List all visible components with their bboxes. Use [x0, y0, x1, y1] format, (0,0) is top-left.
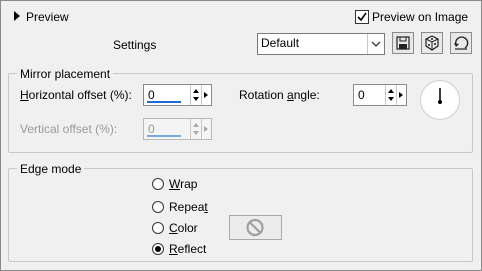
vertical-offset-value: 0 — [148, 122, 155, 136]
arrow-up-icon[interactable] — [193, 89, 199, 93]
wrap-mnemonic: W — [169, 177, 181, 191]
repeat-label-pre: Repea — [169, 200, 205, 214]
rotation-angle-label: Rotation angle: — [239, 88, 320, 102]
angle-dial-icon — [420, 80, 460, 120]
rotation-angle-slider-button[interactable] — [396, 85, 406, 105]
horizontal-offset-spinbox[interactable]: 0 — [143, 84, 212, 106]
triangle-right-icon — [204, 126, 208, 132]
repeat-label: Repeat — [169, 200, 208, 214]
arrow-down-icon — [193, 131, 199, 135]
radio-repeat[interactable] — [152, 201, 164, 213]
random-preset-button[interactable] — [421, 32, 443, 54]
arrow-down-icon[interactable] — [388, 97, 394, 101]
check-icon — [357, 12, 367, 22]
edge-mode-option-reflect[interactable]: Reflect — [152, 242, 232, 256]
dialog-frame: Preview Preview on Image Settings Defaul… — [0, 0, 482, 271]
radio-color[interactable] — [152, 222, 164, 234]
preview-on-image-label: Preview on Image — [372, 10, 469, 24]
horizontal-offset-slider-button[interactable] — [201, 85, 211, 105]
rotation-angle-dial[interactable] — [419, 79, 461, 121]
triangle-right-icon — [204, 92, 208, 98]
color-label: Color — [169, 221, 198, 235]
no-symbol-icon — [246, 218, 264, 237]
color-mnemonic: C — [169, 221, 178, 235]
edge-mode-option-wrap[interactable]: Wrap — [152, 177, 232, 191]
edge-mode-title: Edge mode — [17, 162, 85, 176]
arrow-up-icon[interactable] — [388, 89, 394, 93]
vertical-offset-value-bar — [147, 135, 181, 137]
reflect-label-post: eflect — [177, 242, 207, 256]
wrap-label: Wrap — [169, 177, 197, 191]
radio-reflect[interactable] — [152, 243, 164, 255]
color-label-post: olor — [177, 221, 198, 235]
floppy-disk-icon — [396, 36, 410, 50]
edge-mode-option-repeat[interactable]: Repeat — [152, 200, 232, 214]
settings-dropdown-value: Default — [261, 36, 300, 50]
reflect-mnemonic: R — [169, 242, 178, 256]
settings-dropdown[interactable]: Default — [257, 33, 385, 55]
vertical-offset-label: Vertical offset (%): — [20, 122, 118, 136]
edge-mode-option-color[interactable]: Color — [152, 221, 232, 235]
repeat-mnemonic: t — [204, 200, 208, 214]
horizontal-offset-label: Horizontal offset (%): — [20, 88, 132, 102]
reset-preset-button[interactable] — [450, 32, 472, 54]
chevron-down-icon[interactable] — [367, 34, 384, 54]
radio-selected-dot — [155, 246, 161, 252]
rotation-angle-label-post: ngle: — [293, 88, 320, 102]
horizontal-offset-mnemonic: H — [20, 88, 29, 102]
horizontal-offset-label-text: orizontal offset (%): — [28, 88, 132, 102]
preview-label: Preview — [26, 10, 69, 24]
triangle-right-icon — [399, 92, 403, 98]
color-swatch-button — [229, 215, 282, 240]
arrow-down-icon[interactable] — [193, 97, 199, 101]
vertical-offset-slider-button — [201, 119, 211, 139]
wrap-label-post: rap — [180, 177, 198, 191]
vertical-offset-spinbox: 0 — [143, 118, 212, 140]
rotation-angle-spinbox[interactable]: 0 — [353, 84, 407, 106]
vertical-offset-stepper — [190, 119, 201, 139]
rotation-angle-stepper[interactable] — [385, 85, 396, 105]
reset-arrow-icon — [454, 36, 469, 50]
save-preset-button[interactable] — [392, 32, 414, 54]
reflect-label: Reflect — [169, 242, 206, 256]
preview-on-image-checkbox[interactable] — [355, 10, 369, 24]
settings-label: Settings — [113, 38, 157, 52]
dice-icon — [425, 35, 439, 51]
horizontal-offset-value-bar — [147, 101, 181, 103]
rotation-angle-value: 0 — [358, 88, 365, 102]
rotation-angle-label-pre: Rotation — [239, 88, 288, 102]
triangle-right-icon — [14, 11, 20, 21]
horizontal-offset-stepper[interactable] — [190, 85, 201, 105]
arrow-up-icon — [193, 123, 199, 127]
horizontal-offset-value: 0 — [148, 88, 155, 102]
radio-wrap[interactable] — [152, 178, 164, 190]
mirror-placement-title: Mirror placement — [17, 67, 114, 81]
rotation-angle-mnemonic: a — [287, 88, 294, 102]
